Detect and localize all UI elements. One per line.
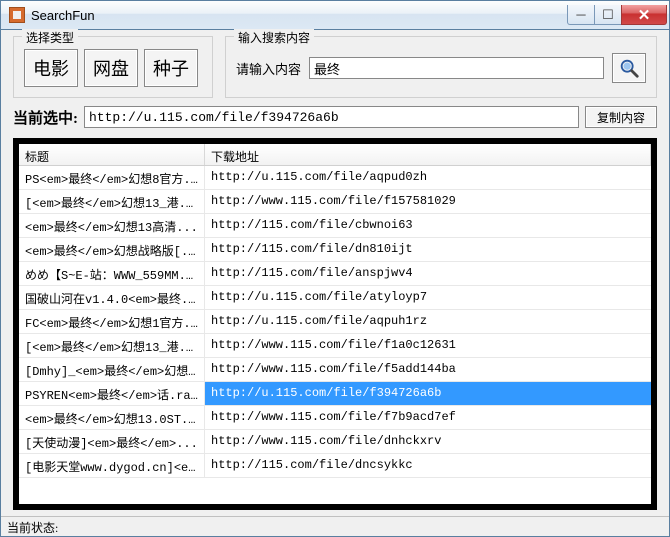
cell-url: http://u.115.com/file/aqpud0zh bbox=[205, 166, 651, 189]
cell-url: http://u.115.com/file/atyloyp7 bbox=[205, 286, 651, 309]
results-list: 标题 下载地址 PS<em>最终</em>幻想8官方...http://u.11… bbox=[13, 138, 657, 510]
copy-button[interactable]: 复制内容 bbox=[585, 106, 657, 128]
titlebar: SearchFun ─ ☐ ✕ bbox=[0, 0, 670, 30]
cell-title: [Dmhy]_<em>最终</em>幻想... bbox=[19, 358, 205, 381]
cell-title: [电影天堂www.dygod.cn]<e... bbox=[19, 454, 205, 477]
search-legend: 输入搜索内容 bbox=[234, 29, 314, 46]
cell-title: [<em>最终</em>幻想13_港... bbox=[19, 190, 205, 213]
selection-row: 当前选中: 复制内容 bbox=[1, 102, 669, 132]
table-row[interactable]: 国破山河在v1.4.0<em>最终...http://u.115.com/fil… bbox=[19, 286, 651, 310]
app-icon bbox=[9, 7, 25, 23]
cell-url: http://u.115.com/file/f394726a6b bbox=[205, 382, 651, 405]
col-url[interactable]: 下载地址 bbox=[205, 144, 651, 165]
selection-label: 当前选中: bbox=[13, 107, 78, 128]
cell-url: http://115.com/file/dn810ijt bbox=[205, 238, 651, 261]
cell-url: http://www.115.com/file/f5add144ba bbox=[205, 358, 651, 381]
window-buttons: ─ ☐ ✕ bbox=[568, 5, 667, 25]
cell-title: PS<em>最终</em>幻想8官方... bbox=[19, 166, 205, 189]
cell-title: FC<em>最终</em>幻想1官方... bbox=[19, 310, 205, 333]
type-group: 选择类型 电影 网盘 种子 bbox=[13, 36, 213, 98]
table-row[interactable]: PSYREN<em>最终</em>话.ra...http://u.115.com… bbox=[19, 382, 651, 406]
search-button[interactable] bbox=[612, 53, 646, 83]
client-area: 选择类型 电影 网盘 种子 输入搜索内容 请输入内容 当前选中: 复制内容 标题 bbox=[0, 30, 670, 537]
cell-title: 国破山河在v1.4.0<em>最终... bbox=[19, 286, 205, 309]
cell-url: http://www.115.com/file/f1a0c12631 bbox=[205, 334, 651, 357]
maximize-button[interactable]: ☐ bbox=[594, 5, 622, 25]
type-legend: 选择类型 bbox=[22, 29, 78, 46]
table-row[interactable]: FC<em>最终</em>幻想1官方...http://u.115.com/fi… bbox=[19, 310, 651, 334]
cell-title: <em>最终</em>幻想13.0ST... bbox=[19, 406, 205, 429]
close-button[interactable]: ✕ bbox=[621, 5, 667, 25]
cell-title: <em>最终</em>幻想13高清... bbox=[19, 214, 205, 237]
cell-url: http://www.115.com/file/dnhckxrv bbox=[205, 430, 651, 453]
table-row[interactable]: [<em>最终</em>幻想13_港...http://www.115.com/… bbox=[19, 334, 651, 358]
top-panel: 选择类型 电影 网盘 种子 输入搜索内容 请输入内容 bbox=[1, 30, 669, 102]
minimize-button[interactable]: ─ bbox=[567, 5, 595, 25]
search-input[interactable] bbox=[309, 57, 604, 79]
table-row[interactable]: <em>最终</em>幻想战略版[...http://115.com/file/… bbox=[19, 238, 651, 262]
magnifier-icon bbox=[618, 57, 640, 79]
cell-url: http://115.com/file/anspjwv4 bbox=[205, 262, 651, 285]
table-row[interactable]: PS<em>最终</em>幻想8官方...http://u.115.com/fi… bbox=[19, 166, 651, 190]
table-row[interactable]: [电影天堂www.dygod.cn]<e...http://115.com/fi… bbox=[19, 454, 651, 478]
cell-url: http://www.115.com/file/f7b9acd7ef bbox=[205, 406, 651, 429]
cell-title: PSYREN<em>最终</em>话.ra... bbox=[19, 382, 205, 405]
table-row[interactable]: [Dmhy]_<em>最终</em>幻想...http://www.115.co… bbox=[19, 358, 651, 382]
list-header: 标题 下载地址 bbox=[19, 144, 651, 166]
cell-url: http://www.115.com/file/f157581029 bbox=[205, 190, 651, 213]
cell-url: http://115.com/file/dncsykkc bbox=[205, 454, 651, 477]
cell-url: http://115.com/file/cbwnoi63 bbox=[205, 214, 651, 237]
selection-input[interactable] bbox=[84, 106, 579, 128]
table-row[interactable]: <em>最终</em>幻想13高清...http://115.com/file/… bbox=[19, 214, 651, 238]
search-group: 输入搜索内容 请输入内容 bbox=[225, 36, 657, 98]
table-row[interactable]: [<em>最终</em>幻想13_港...http://www.115.com/… bbox=[19, 190, 651, 214]
cell-title: <em>最终</em>幻想战略版[... bbox=[19, 238, 205, 261]
cell-title: [<em>最终</em>幻想13_港... bbox=[19, 334, 205, 357]
type-netdisk-button[interactable]: 网盘 bbox=[84, 49, 138, 87]
cell-url: http://u.115.com/file/aqpuh1rz bbox=[205, 310, 651, 333]
window-title: SearchFun bbox=[31, 8, 568, 23]
cell-title: [天使动漫]<em>最终</em>... bbox=[19, 430, 205, 453]
type-movie-button[interactable]: 电影 bbox=[24, 49, 78, 87]
col-title[interactable]: 标题 bbox=[19, 144, 205, 165]
status-bar: 当前状态: bbox=[1, 516, 669, 536]
table-row[interactable]: [天使动漫]<em>最终</em>...http://www.115.com/f… bbox=[19, 430, 651, 454]
type-seed-button[interactable]: 种子 bbox=[144, 49, 198, 87]
cell-title: めめ【S~E-站：WWW_559MM... bbox=[19, 262, 205, 285]
list-body: PS<em>最终</em>幻想8官方...http://u.115.com/fi… bbox=[19, 166, 651, 504]
table-row[interactable]: めめ【S~E-站：WWW_559MM...http://115.com/file… bbox=[19, 262, 651, 286]
search-label: 请输入内容 bbox=[236, 59, 301, 78]
table-row[interactable]: <em>最终</em>幻想13.0ST...http://www.115.com… bbox=[19, 406, 651, 430]
